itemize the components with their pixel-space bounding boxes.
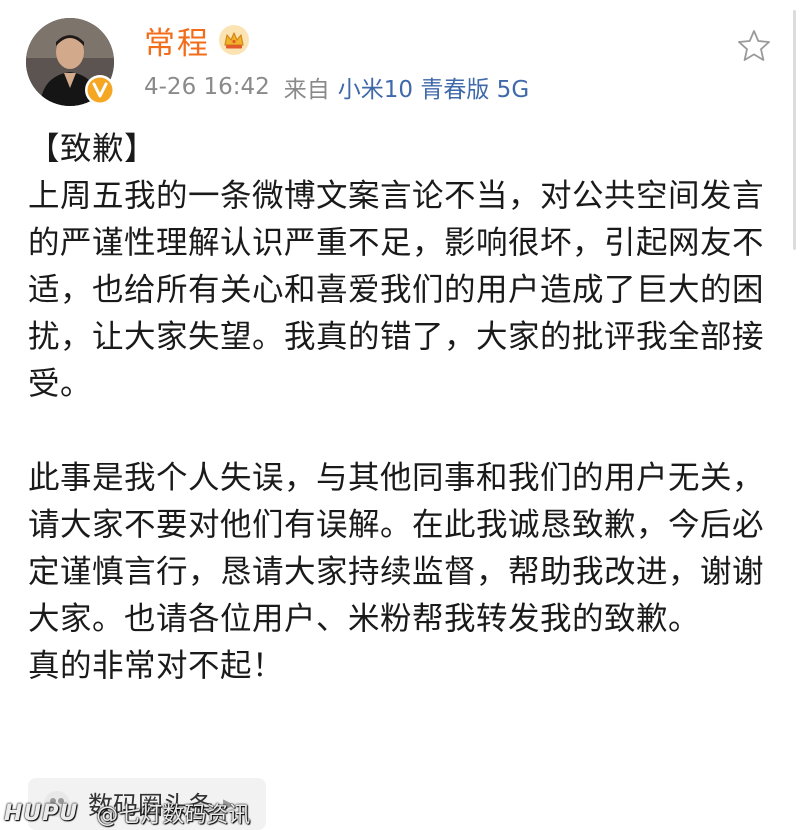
post-heading: 【致歉】 <box>28 131 157 167</box>
author-name[interactable]: 常程 <box>144 18 210 63</box>
author-row: 常程 <box>144 18 250 62</box>
post-meta: 4-26 16:42 来自 小米10 青春版 5G <box>144 70 529 104</box>
topic-tag-button[interactable]: 数码圈头条 ▶ <box>28 778 266 830</box>
chevron-right-icon: ▶ <box>223 795 235 813</box>
scrollbar[interactable] <box>793 10 796 250</box>
device-link[interactable]: 小米10 青春版 5G <box>338 70 529 104</box>
post-closing: 真的非常对不起！ <box>28 648 285 684</box>
weibo-post: 常程 4-26 16:42 来自 小米10 青春版 5G 【致歉】 上周五我的一… <box>0 0 800 830</box>
verified-badge-icon <box>85 75 115 105</box>
topic-label: 数码圈头条 <box>88 791 214 820</box>
crown-icon <box>219 25 249 55</box>
post-paragraph-2: 此事是我个人失误，与其他同事和我们的用户无关，请大家不要对他们有误解。在此我诚恳… <box>28 460 765 637</box>
post-content: 【致歉】 上周五我的一条微博文案言论不当，对公共空间发言的严谨性理解认识严重不足… <box>28 126 778 690</box>
star-icon[interactable] <box>735 27 773 65</box>
post-time: 4-26 16:42 <box>144 74 270 100</box>
post-paragraph-1: 上周五我的一条微博文案言论不当，对公共空间发言的严谨性理解认识严重不足，影响很坏… <box>28 178 765 402</box>
topic-icon <box>44 791 70 817</box>
source-prefix: 来自 <box>283 77 330 103</box>
